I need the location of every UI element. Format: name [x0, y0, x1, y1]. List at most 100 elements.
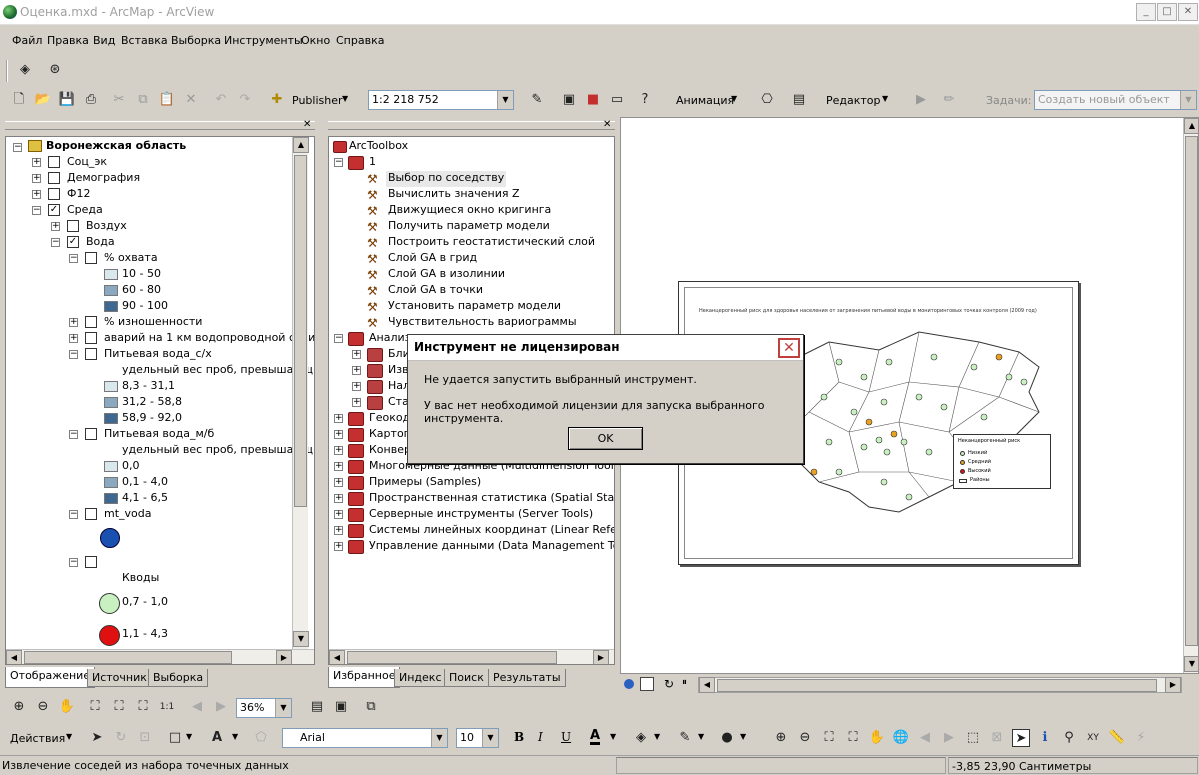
hyperlink-icon[interactable]: ⚡: [1132, 729, 1150, 747]
layout-view-icon[interactable]: [640, 677, 654, 691]
scroll-up-icon[interactable]: ▲: [293, 137, 309, 153]
toolbox-horizontal-scrollbar[interactable]: ◀ ▶: [329, 649, 614, 664]
animation-dropdown-icon[interactable]: ▼: [731, 94, 737, 103]
marker-dropdown-icon[interactable]: ▼: [740, 732, 746, 741]
cut-icon[interactable]: ✂: [110, 91, 128, 109]
open-folder-icon[interactable]: 📂: [34, 91, 52, 109]
toc-close-icon[interactable]: ✕: [303, 119, 311, 130]
layout-horizontal-scrollbar[interactable]: ◀ ▶: [698, 677, 1182, 693]
toc-item[interactable]: mt_voda: [104, 507, 152, 523]
copy-icon[interactable]: ⧉: [134, 91, 152, 109]
expand-toggle[interactable]: +: [352, 398, 361, 407]
whats-this-icon[interactable]: ?: [636, 91, 654, 109]
scroll-left-icon[interactable]: ◀: [6, 650, 22, 664]
zoom-in-page-icon[interactable]: ⊕: [10, 698, 28, 716]
next-extent-icon[interactable]: ▶: [940, 729, 958, 747]
scroll-right-icon[interactable]: ▶: [593, 650, 609, 664]
fixed-zoom-out-icon[interactable]: ⛶: [110, 698, 128, 716]
toc-item[interactable]: Питьевая вода_м/б: [104, 427, 214, 443]
toc-item[interactable]: Вода: [86, 235, 115, 251]
marker-color-icon[interactable]: ●: [718, 729, 736, 747]
new-document-icon[interactable]: 🗋: [10, 91, 28, 109]
toolbox-item[interactable]: Анализ: [369, 331, 411, 347]
zoom-whole-page-icon[interactable]: ⛶: [134, 698, 152, 716]
scroll-thumb[interactable]: [294, 155, 307, 507]
layers-tool-icon[interactable]: ◈: [16, 61, 34, 79]
tool-item[interactable]: Построить геостатистический слой: [388, 235, 595, 251]
font-color-button[interactable]: A: [590, 729, 601, 745]
expand-toggle[interactable]: −: [69, 510, 78, 519]
toolbox-item[interactable]: 1: [369, 155, 376, 171]
toolbox-item[interactable]: Пространственная статистика (Spatial Sta…: [369, 491, 614, 507]
change-layout-icon[interactable]: ⧉: [362, 698, 380, 716]
layer-checkbox[interactable]: ✓: [67, 236, 79, 248]
editor-toolbar-icon[interactable]: ✎: [528, 91, 546, 109]
zoom-dropdown-icon[interactable]: ▼: [275, 699, 291, 717]
drawing-menu[interactable]: Действия: [10, 732, 65, 745]
fixed-zoom-out-map-icon[interactable]: ⛶: [844, 729, 862, 747]
expand-toggle[interactable]: +: [352, 366, 361, 375]
rotate-icon[interactable]: ↻: [112, 729, 130, 747]
toc-item[interactable]: % охвата: [104, 251, 158, 267]
toggle-draft-icon[interactable]: ▤: [308, 698, 326, 716]
expand-toggle[interactable]: +: [69, 318, 78, 327]
zoom-out-icon[interactable]: ⊖: [796, 729, 814, 747]
pan-icon[interactable]: ✋: [868, 729, 886, 747]
expand-toggle[interactable]: +: [69, 334, 78, 343]
expand-toggle[interactable]: −: [334, 158, 343, 167]
text-dropdown-icon[interactable]: ▼: [232, 732, 238, 741]
clear-selection-icon[interactable]: ⊠: [988, 729, 1006, 747]
expand-toggle[interactable]: −: [334, 334, 343, 343]
zoom-percent-combo[interactable]: 36% ▼: [236, 698, 292, 718]
zoom-in-icon[interactable]: ⊕: [772, 729, 790, 747]
line-dropdown-icon[interactable]: ▼: [698, 732, 704, 741]
tab-display[interactable]: Отображение: [5, 667, 96, 688]
pause-icon[interactable]: ⏸: [682, 677, 687, 688]
toolbox-close-icon[interactable]: ✕: [603, 119, 611, 130]
redo-icon[interactable]: ↷: [236, 91, 254, 109]
tab-selection[interactable]: Выборка: [148, 669, 209, 687]
full-extent-icon[interactable]: 🌐: [892, 729, 910, 747]
tool-item[interactable]: Чувствительность вариограммы: [388, 315, 577, 331]
toc-item[interactable]: Воздух: [86, 219, 127, 235]
find-icon[interactable]: ⚲: [1060, 729, 1078, 747]
rectangle-icon[interactable]: □: [166, 729, 184, 747]
expand-toggle[interactable]: +: [334, 510, 343, 519]
animation-menu[interactable]: Анимация: [676, 94, 734, 107]
layer-checkbox[interactable]: [85, 316, 97, 328]
tool-item[interactable]: Движущиеся окно кригинга: [388, 203, 551, 219]
toolset-item[interactable]: Изв: [388, 363, 409, 379]
network-tool-icon[interactable]: ⊛: [46, 61, 64, 79]
layer-checkbox[interactable]: [85, 348, 97, 360]
delete-icon[interactable]: ✕: [182, 91, 200, 109]
expand-toggle[interactable]: −: [69, 430, 78, 439]
tab-index[interactable]: Индекс: [394, 669, 447, 687]
fixed-zoom-in-map-icon[interactable]: ⛶: [820, 729, 838, 747]
scale-combo[interactable]: 1:2 218 752 ▼: [368, 90, 514, 110]
rectangle-dropdown-icon[interactable]: ▼: [186, 732, 192, 741]
tool-item[interactable]: Вычислить значения Z: [388, 187, 520, 203]
identify-icon[interactable]: ℹ: [1036, 729, 1054, 747]
expand-toggle[interactable]: −: [69, 558, 78, 567]
menu-selection[interactable]: Выборка: [171, 34, 221, 47]
back-extent-icon[interactable]: ◀: [188, 698, 206, 716]
expand-toggle[interactable]: −: [51, 238, 60, 247]
toolbox-item[interactable]: Управление данными (Data Management Tool…: [369, 539, 614, 555]
toc-item[interactable]: аварий на 1 км водопроводной сети: [104, 331, 314, 347]
layout-vertical-scrollbar[interactable]: ▲ ▼: [1183, 118, 1198, 673]
focus-data-frame-icon[interactable]: ▣: [332, 698, 350, 716]
scroll-left-icon[interactable]: ◀: [329, 650, 345, 664]
select-elements-map-icon[interactable]: ➤: [1012, 729, 1030, 747]
add-data-icon[interactable]: ✚: [268, 91, 286, 109]
task-combo[interactable]: Создать новый объект ▼: [1034, 90, 1197, 110]
expand-toggle[interactable]: +: [32, 158, 41, 167]
toc-item[interactable]: Демография: [67, 171, 140, 187]
scroll-up-icon[interactable]: ▲: [1184, 118, 1198, 134]
command-line-icon[interactable]: ▭: [608, 91, 626, 109]
zoom-out-page-icon[interactable]: ⊖: [34, 698, 52, 716]
expand-toggle[interactable]: +: [334, 414, 343, 423]
italic-button[interactable]: I: [538, 730, 543, 744]
expand-toggle[interactable]: +: [334, 446, 343, 455]
animation-controls-icon[interactable]: ▤: [790, 91, 808, 109]
arctoolbox-icon[interactable]: ■: [584, 91, 602, 109]
